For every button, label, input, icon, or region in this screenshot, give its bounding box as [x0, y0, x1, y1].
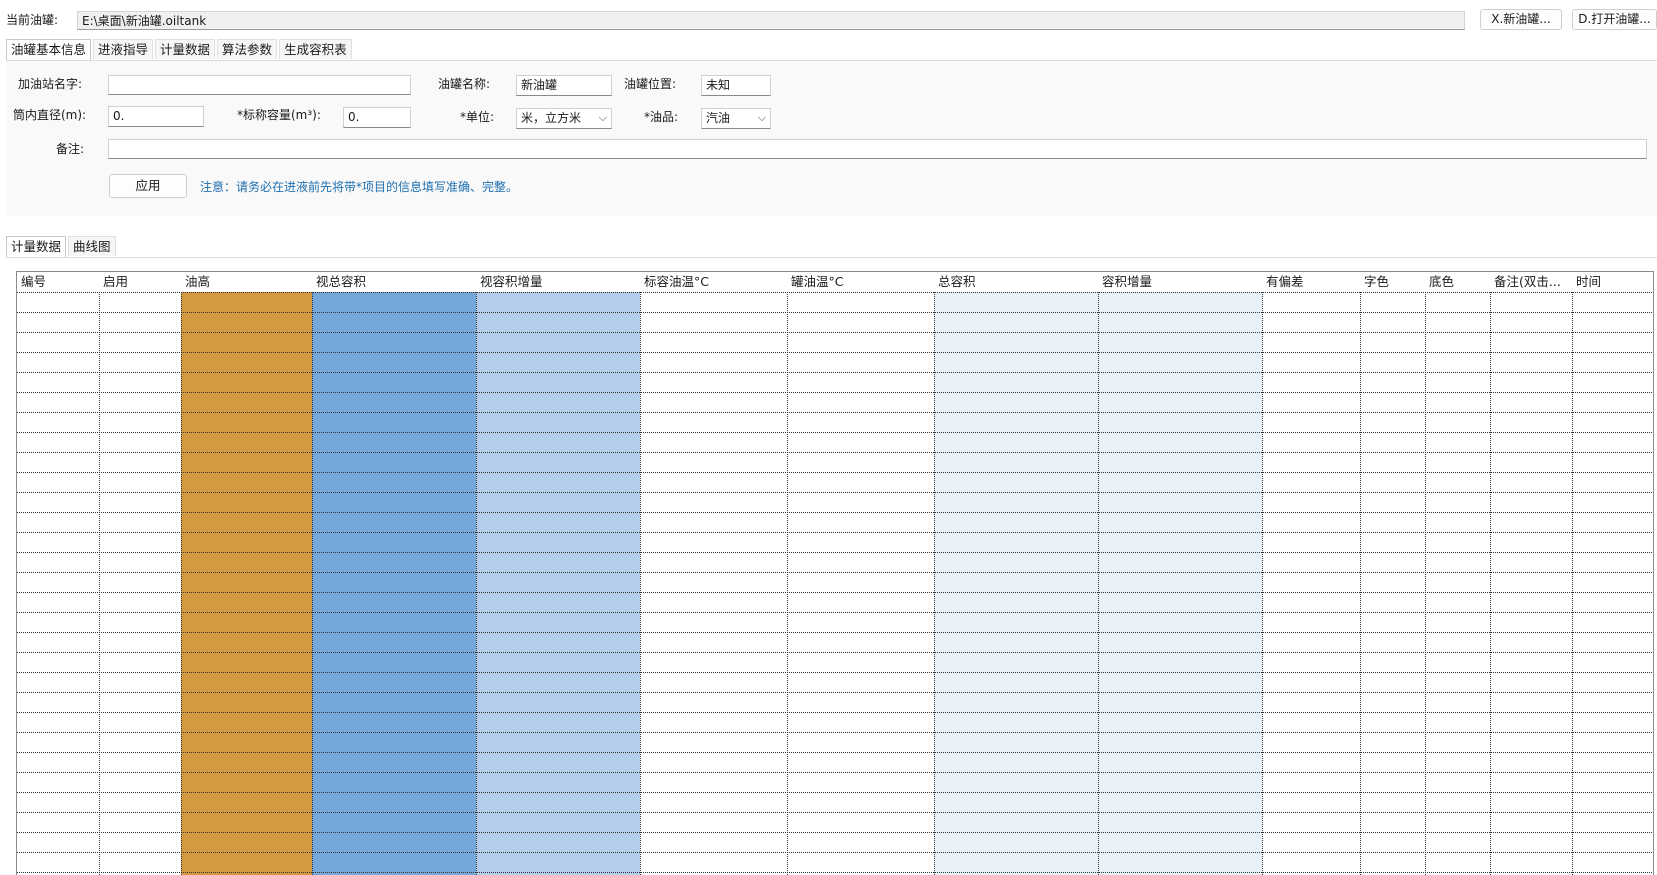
open-tank-button[interactable]: D.打开油罐...	[1572, 9, 1657, 30]
column-header[interactable]: 标容油温°C	[640, 272, 787, 292]
column-header[interactable]: 视容积增量	[476, 272, 640, 292]
column-fill-7	[934, 292, 1098, 875]
tab-generate-capacity-table[interactable]: 生成容积表	[279, 39, 352, 59]
unit-select[interactable]: 米，立方米 ⌵	[516, 108, 612, 129]
column-fill-6	[787, 292, 934, 875]
oil-type-select-value: 汽油	[706, 111, 731, 125]
column-header[interactable]: 容积增量	[1098, 272, 1262, 292]
apply-button[interactable]: 应用	[109, 174, 187, 198]
column-fill-10	[1360, 292, 1425, 875]
tank-name-input[interactable]: 新油罐	[516, 75, 612, 96]
main-tab-bar: 油罐基本信息 进液指导 计量数据 算法参数 生成容积表	[6, 39, 354, 60]
tab-algorithm-params[interactable]: 算法参数	[217, 39, 278, 59]
tab-metering-data-grid[interactable]: 计量数据	[6, 236, 67, 257]
tank-location-label: 油罐位置:	[624, 77, 677, 91]
column-fill-3	[312, 292, 476, 875]
unit-label: *单位:	[460, 110, 495, 124]
new-tank-button[interactable]: X.新油罐...	[1480, 9, 1562, 30]
column-fill-1	[99, 292, 181, 875]
column-fill-11	[1425, 292, 1490, 875]
current-tank-path-field[interactable]: E:\桌面\新油罐.oiltank	[77, 11, 1465, 30]
notice-text: 注意：请务必在进液前先将带*项目的信息填写准确、完整。	[200, 180, 519, 194]
column-fill-8	[1098, 292, 1262, 875]
inner-diameter-label: 筒内直径(m):	[13, 108, 87, 122]
column-header[interactable]: 时间	[1572, 272, 1653, 292]
chevron-down-icon: ⌵	[598, 111, 607, 124]
column-header[interactable]: 底色	[1425, 272, 1490, 292]
tab-metering-data[interactable]: 计量数据	[155, 39, 216, 59]
current-tank-label: 当前油罐:	[6, 13, 59, 27]
chevron-down-icon: ⌵	[757, 111, 766, 124]
tank-name-label: 油罐名称:	[438, 77, 491, 91]
column-fill-2	[181, 292, 312, 875]
data-tab-bar: 计量数据 曲线图	[6, 236, 118, 257]
tab-filling-guide[interactable]: 进液指导	[93, 39, 154, 59]
unit-select-value: 米，立方米	[521, 111, 582, 125]
inner-diameter-input[interactable]: 0.	[108, 106, 204, 127]
tab-separator	[6, 257, 1657, 258]
remarks-input[interactable]	[108, 139, 1647, 159]
column-header[interactable]: 总容积	[934, 272, 1098, 292]
tank-location-input[interactable]: 未知	[701, 75, 771, 96]
station-name-label: 加油站名字:	[18, 77, 83, 91]
column-fill-12	[1490, 292, 1572, 875]
column-header[interactable]: 备注(双击...	[1490, 272, 1572, 292]
oil-type-select[interactable]: 汽油 ⌵	[701, 108, 771, 129]
nominal-capacity-input[interactable]: 0.	[343, 107, 411, 128]
metering-data-grid[interactable]: 编号 启用 油高 视总容积 视容积增量 标容油温°C 罐油温°C 总容积 容积增量 有偏差 字色 底色…	[16, 271, 1654, 875]
remarks-label: 备注:	[56, 142, 85, 156]
tab-curve-chart[interactable]: 曲线图	[68, 236, 116, 256]
column-header[interactable]: 罐油温°C	[787, 272, 934, 292]
column-fill-0	[17, 292, 99, 875]
station-name-input[interactable]	[108, 75, 411, 95]
column-fill-13	[1572, 292, 1653, 875]
column-header[interactable]: 油高	[181, 272, 312, 292]
nominal-capacity-label: *标称容量(m³):	[237, 108, 321, 122]
column-header[interactable]: 编号	[17, 272, 99, 292]
column-header[interactable]: 字色	[1360, 272, 1425, 292]
tab-tank-basic-info[interactable]: 油罐基本信息	[6, 39, 92, 60]
column-fill-5	[640, 292, 787, 875]
column-header[interactable]: 有偏差	[1262, 272, 1360, 292]
column-header[interactable]: 视总容积	[312, 272, 476, 292]
oil-type-label: *油品:	[644, 110, 679, 124]
grid-lines	[17, 272, 1653, 875]
column-fill-9	[1262, 292, 1360, 875]
column-fill-4	[476, 292, 640, 875]
column-header[interactable]: 启用	[99, 272, 181, 292]
